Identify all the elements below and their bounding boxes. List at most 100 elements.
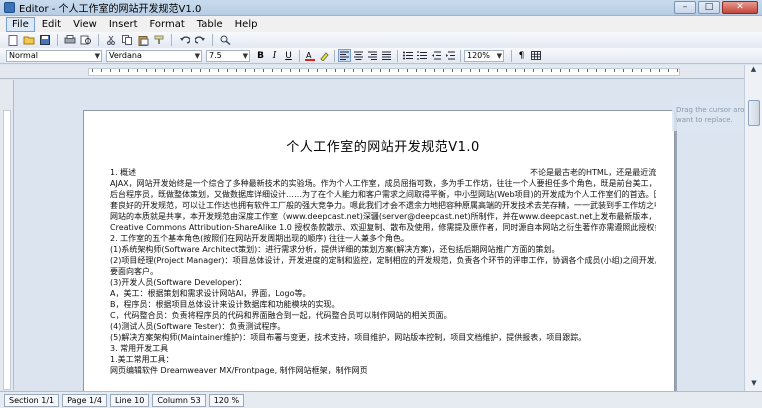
document-line[interactable]: (3)开发人员(Software Developer)： xyxy=(110,277,656,288)
menu-help[interactable]: Help xyxy=(230,18,263,31)
cut-icon[interactable] xyxy=(104,34,118,47)
ruler-tick xyxy=(308,69,309,72)
document-line[interactable]: B，程序员：根据项目总体设计来设计数据库和功能模块的实现。 xyxy=(110,299,656,310)
document-line[interactable]: (1)系统架构师(Software Architect策划)：进行需求分析，提供… xyxy=(110,244,656,255)
app-icon xyxy=(4,2,15,13)
document-line[interactable]: 网站的本质就是共享，本开发规范由深度工作室（www.deepcast.net)深… xyxy=(110,211,656,222)
ruler-tick xyxy=(155,69,156,72)
document-line[interactable]: 要面向客户。 xyxy=(110,266,656,277)
menu-file[interactable]: File xyxy=(6,16,35,32)
align-justify-icon[interactable] xyxy=(380,49,393,62)
document-line[interactable]: 后台程序员，既做整体策划，又做数据库详细设计……为了在个人能力和客户需求之间取得… xyxy=(110,189,656,200)
ruler-tick xyxy=(497,69,498,72)
horizontal-ruler[interactable] xyxy=(0,65,744,79)
show-formatting-button[interactable]: ¶ xyxy=(515,49,528,62)
document-line[interactable]: C，代码整合员：负责将程序员的代码和界面融合到一起，代码整合员可以制作网站的相关… xyxy=(110,310,656,321)
ruler-tick xyxy=(254,69,255,72)
document-line[interactable]: (5)解决方案架构师(Maintainer维护)：项目布署与变更，技术支持，项目… xyxy=(110,332,656,343)
ruler-tick xyxy=(605,69,606,72)
style-select[interactable]: Normal ▼ xyxy=(6,49,102,62)
close-button[interactable]: ✕ xyxy=(722,1,758,14)
menu-edit[interactable]: Edit xyxy=(37,18,66,31)
font-size-select[interactable]: 7.5 ▼ xyxy=(206,49,250,62)
copy-icon[interactable] xyxy=(120,34,134,47)
document-line-text: 要面向客户。 xyxy=(110,267,158,276)
toolbar-separator xyxy=(212,34,213,46)
ruler-tick xyxy=(236,69,237,72)
save-icon[interactable] xyxy=(38,34,52,47)
document-line[interactable]: Creative Commons Attribution-ShareAlike … xyxy=(110,222,656,233)
document-body[interactable]: 1. 概述 不论是最古老的HTML，还是最近流行的 AJAX，网站开发始终是一个综合… xyxy=(110,167,656,376)
menu-insert[interactable]: Insert xyxy=(104,18,143,31)
find-icon[interactable] xyxy=(218,34,232,47)
vertical-ruler[interactable] xyxy=(0,80,14,390)
document-line[interactable]: 2. 工作室的五个基本角色(按照们在网站开发周期出现的顺序) 往往一人兼多个角色… xyxy=(110,233,656,244)
font-select[interactable]: Verdana ▼ xyxy=(106,49,202,62)
italic-button[interactable]: I xyxy=(268,49,281,62)
document-line-text: 网站的本质就是共享，本开发规范由深度工作室（www.deepcast.net)深… xyxy=(110,212,656,221)
ruler-tick xyxy=(371,69,372,72)
highlight-icon[interactable] xyxy=(317,49,330,62)
document-line[interactable]: (4)测试人员(Software Tester)：负责测试程序。 xyxy=(110,321,656,332)
document-workspace[interactable]: 个人工作室的网站开发规范V1.0 1. 概述 不论是最古老的HTML，还是最近流行… xyxy=(15,80,744,391)
ruler-tick xyxy=(515,69,516,72)
ruler-tick xyxy=(245,69,246,72)
open-folder-icon[interactable] xyxy=(22,34,36,47)
ruler-tick xyxy=(614,69,615,72)
scrollbar-thumb[interactable] xyxy=(748,100,760,126)
document-line[interactable]: AJAX，网站开发始终是一个综合了多种最新技术的实验场。作为个人工作室，成员屈指… xyxy=(110,178,656,189)
document-page[interactable]: 个人工作室的网站开发规范V1.0 1. 概述 不论是最古老的HTML，还是最近流行… xyxy=(83,110,675,391)
print-preview-icon[interactable] xyxy=(79,34,93,47)
hint-line-2: want to replace. xyxy=(676,116,733,124)
document-line[interactable]: 套良好的开发规范，可以让工作达也拥有软件工厂般的强大竞争力。嗯此我们才会不遗余力… xyxy=(110,200,656,211)
ruler-tick xyxy=(506,69,507,72)
document-line-text: (1)系统架构师(Software Architect策划)：进行需求分析，提供… xyxy=(110,245,560,254)
underline-button[interactable]: U xyxy=(282,49,295,62)
format-painter-icon[interactable] xyxy=(152,34,166,47)
ruler-tick xyxy=(398,69,399,72)
paste-icon[interactable] xyxy=(136,34,150,47)
bold-button[interactable]: B xyxy=(254,49,267,62)
ruler-tick xyxy=(146,69,147,72)
align-right-icon[interactable] xyxy=(366,49,379,62)
print-icon[interactable] xyxy=(63,34,77,47)
document-line[interactable]: (2)项目经理(Project Manager)：项目总体设计，开发进度的定制和… xyxy=(110,255,656,266)
indent-icon[interactable] xyxy=(443,49,456,62)
bullet-list-icon[interactable] xyxy=(401,49,414,62)
numbered-list-icon[interactable] xyxy=(415,49,428,62)
undo-icon[interactable] xyxy=(177,34,191,47)
vertical-scrollbar[interactable]: ▲ ▼ xyxy=(744,65,762,391)
menu-table[interactable]: Table xyxy=(192,18,228,31)
document-line[interactable]: 网页编辑软件 Dreamweaver MX/Frontpage, 制作网站框架，… xyxy=(110,365,656,376)
document-line[interactable]: 3. 常用开发工具 xyxy=(110,343,656,354)
outdent-icon[interactable] xyxy=(429,49,442,62)
document-line[interactable]: A，美工：根据策划和需求设计网站AI，界面，Logo等。 xyxy=(110,288,656,299)
new-document-icon[interactable] xyxy=(6,34,20,47)
table-icon[interactable] xyxy=(529,49,542,62)
ruler-tick xyxy=(461,69,462,72)
align-left-icon[interactable] xyxy=(338,49,351,62)
align-center-icon[interactable] xyxy=(352,49,365,62)
minimize-button[interactable]: – xyxy=(674,1,696,14)
status-page: Page 1/4 xyxy=(62,393,107,407)
ruler-tick xyxy=(659,69,660,72)
scroll-down-icon[interactable]: ▼ xyxy=(745,379,762,391)
document-line[interactable]: 1.美工常用工具： xyxy=(110,354,656,365)
maximize-button[interactable]: □ xyxy=(698,1,720,14)
zoom-select[interactable]: 120% ▼ xyxy=(464,49,504,62)
menu-format[interactable]: Format xyxy=(145,18,190,31)
ruler-tick xyxy=(317,69,318,72)
document-line-text: 2. 工作室的五个基本角色(按照们在网站开发周期出现的顺序) 往往一人兼多个角色… xyxy=(110,234,409,243)
title-bar: Editor - 个人工作室的网站开发规范V1.0 – □ ✕ xyxy=(0,0,762,16)
document-line[interactable]: 1. 概述 不论是最古老的HTML，还是最近流行的 xyxy=(110,167,656,178)
status-line: Line 10 xyxy=(109,393,150,407)
ruler-tick xyxy=(488,69,489,72)
ruler-tick xyxy=(443,69,444,72)
redo-icon[interactable] xyxy=(193,34,207,47)
ruler-tick xyxy=(650,69,651,72)
font-color-icon[interactable]: A xyxy=(303,49,316,62)
font-size-value: 7.5 xyxy=(209,50,222,60)
document-line-text: Creative Commons Attribution-ShareAlike … xyxy=(110,223,656,232)
scroll-up-icon[interactable]: ▲ xyxy=(745,65,762,77)
menu-view[interactable]: View xyxy=(68,18,102,31)
